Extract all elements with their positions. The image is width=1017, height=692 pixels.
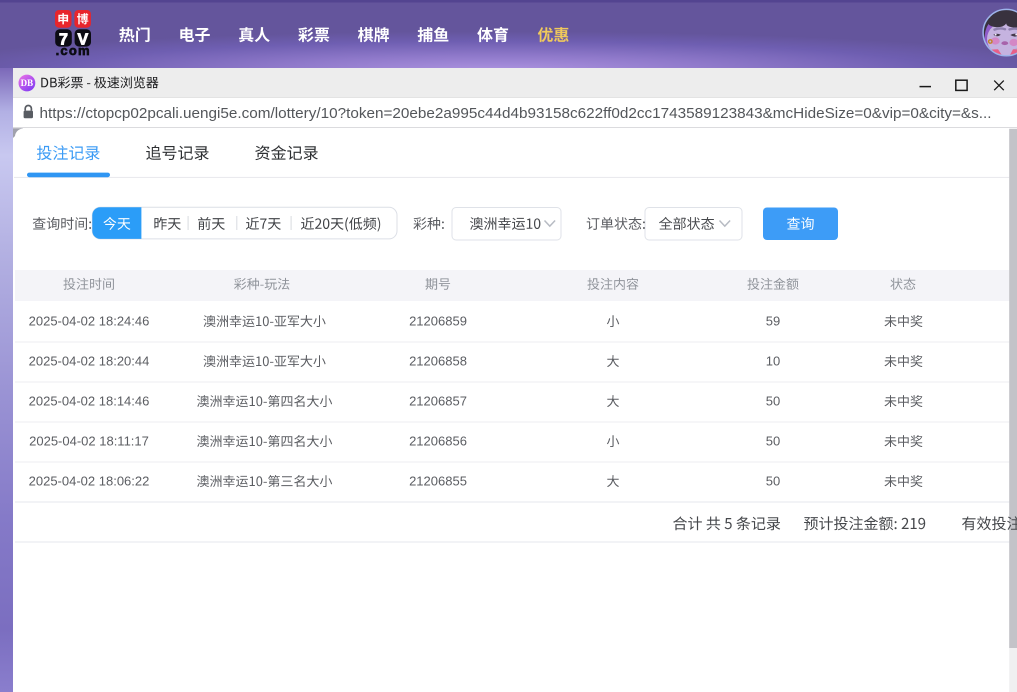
svg-text:2025-04-02 18:11:17: 2025-04-02 18:11:17	[29, 434, 149, 449]
svg-text:https://ctopcp02pcali.uengi5e.: https://ctopcp02pcali.uengi5e.com/lotter…	[40, 105, 992, 122]
svg-text:50: 50	[766, 394, 780, 409]
svg-text:50: 50	[766, 434, 780, 449]
svg-text:21206859: 21206859	[409, 314, 467, 329]
svg-text:21206857: 21206857	[409, 394, 467, 409]
svg-text:2025-04-02 18:06:22: 2025-04-02 18:06:22	[29, 474, 150, 489]
svg-text:2025-04-02 18:14:46: 2025-04-02 18:14:46	[29, 394, 150, 409]
svg-text:10: 10	[766, 354, 780, 369]
svg-text:DB: DB	[21, 78, 34, 88]
svg-text:.com: .com	[56, 43, 91, 58]
svg-text:21206858: 21206858	[409, 354, 467, 369]
svg-text:2025-04-02 18:20:44: 2025-04-02 18:20:44	[29, 354, 150, 369]
svg-text:21206856: 21206856	[409, 434, 467, 449]
svg-text:59: 59	[766, 314, 780, 329]
svg-text:21206855: 21206855	[409, 474, 467, 489]
svg-text:50: 50	[766, 474, 780, 489]
svg-text:2025-04-02 18:24:46: 2025-04-02 18:24:46	[29, 314, 150, 329]
